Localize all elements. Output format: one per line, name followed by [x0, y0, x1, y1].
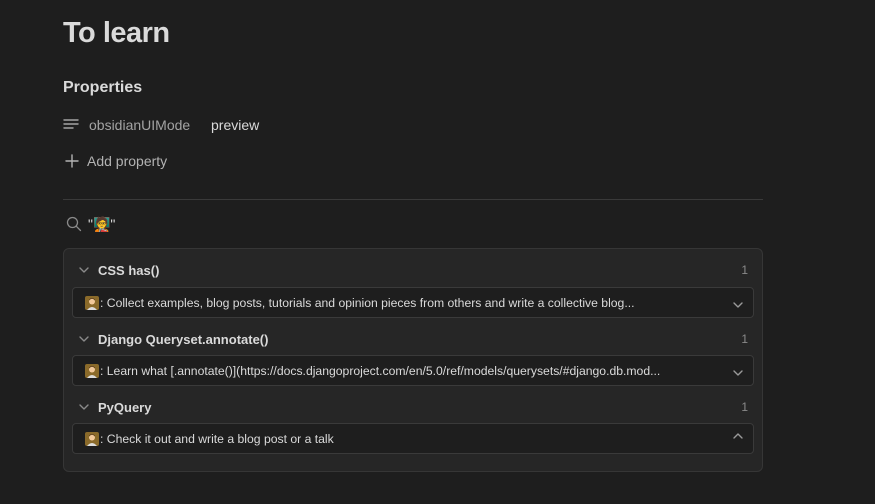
chevron-down-icon[interactable] [78, 333, 90, 345]
teacher-emoji-icon [85, 295, 99, 310]
note-view: To learn Properties obsidianUIMode previ… [0, 0, 875, 504]
search-query-text: "🧑‍🏫" [88, 215, 116, 232]
result-match[interactable]: : Learn what [.annotate()](https://docs.… [72, 355, 754, 386]
search-results: CSS has() 1 : Collect examples, blog pos… [63, 248, 763, 472]
chevron-down-icon[interactable] [731, 298, 745, 312]
chevron-down-icon[interactable] [78, 401, 90, 413]
result-group-title[interactable]: CSS has() [98, 263, 741, 278]
search-query[interactable]: "🧑‍🏫" [66, 213, 115, 235]
property-row[interactable]: obsidianUIMode preview [63, 114, 259, 136]
result-group-header[interactable]: PyQuery 1 [78, 397, 748, 417]
teacher-emoji-icon [85, 431, 99, 446]
result-count: 1 [741, 263, 748, 277]
result-match-text: : Collect examples, blog posts, tutorial… [100, 295, 635, 310]
chevron-down-icon[interactable] [731, 366, 745, 380]
result-match[interactable]: : Check it out and write a blog post or … [72, 423, 754, 454]
property-value[interactable]: preview [211, 117, 259, 133]
result-group-header[interactable]: Django Queryset.annotate() 1 [78, 329, 748, 349]
search-icon [66, 216, 82, 232]
property-key[interactable]: obsidianUIMode [89, 117, 211, 133]
result-match-text: : Check it out and write a blog post or … [100, 431, 334, 446]
result-count: 1 [741, 400, 748, 414]
result-group-title[interactable]: PyQuery [98, 400, 741, 415]
result-match-text: : Learn what [.annotate()](https://docs.… [100, 363, 661, 378]
plus-icon [65, 154, 79, 168]
chevron-up-icon[interactable] [731, 429, 745, 443]
chevron-down-icon[interactable] [78, 264, 90, 276]
divider [63, 199, 763, 200]
result-group-title[interactable]: Django Queryset.annotate() [98, 332, 741, 347]
page-title[interactable]: To learn [63, 17, 170, 50]
properties-heading[interactable]: Properties [63, 79, 142, 97]
result-group-header[interactable]: CSS has() 1 [78, 260, 748, 280]
teacher-emoji-icon [85, 363, 99, 378]
add-property-label: Add property [87, 153, 168, 169]
add-property-button[interactable]: Add property [65, 150, 167, 172]
text-lines-icon [63, 118, 79, 132]
result-match[interactable]: : Collect examples, blog posts, tutorial… [72, 287, 754, 318]
result-count: 1 [741, 332, 748, 346]
